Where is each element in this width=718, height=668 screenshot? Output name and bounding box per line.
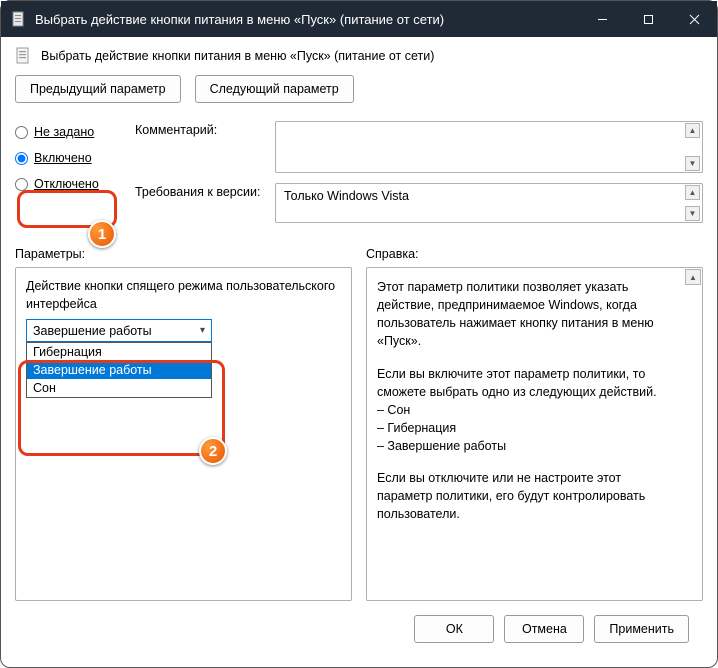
comment-label: Комментарий: [135, 121, 275, 173]
apply-button[interactable]: Применить [594, 615, 689, 643]
annotation-badge-1: 1 [88, 220, 116, 248]
help-panel: ▲ Этот параметр политики позволяет указа… [366, 267, 703, 601]
help-p2: Если вы включите этот параметр политики,… [377, 367, 657, 399]
radio-disabled-input[interactable] [15, 178, 28, 191]
help-l1: – Сон [377, 403, 410, 417]
page-title: Выбрать действие кнопки питания в меню «… [41, 49, 434, 63]
radio-enabled-input[interactable] [15, 152, 28, 165]
ok-button[interactable]: ОК [414, 615, 494, 643]
comment-scroll-down-icon[interactable]: ▼ [685, 156, 700, 171]
cancel-button[interactable]: Отмена [504, 615, 584, 643]
dialog-footer: ОК Отмена Применить [15, 601, 703, 657]
options-panel: Действие кнопки спящего режима пользоват… [15, 267, 352, 601]
minimize-button[interactable] [579, 1, 625, 37]
radio-not-configured[interactable]: Не задано [15, 125, 125, 139]
action-dropdown[interactable]: Завершение работы ▾ [26, 319, 212, 342]
option-description: Действие кнопки спящего режима пользоват… [26, 278, 341, 313]
comment-field[interactable]: ▲ ▼ [275, 121, 703, 173]
close-button[interactable] [671, 1, 717, 37]
titlebar: Выбрать действие кнопки питания в меню «… [1, 1, 717, 37]
window-controls [579, 1, 717, 37]
radio-not-configured-input[interactable] [15, 126, 28, 139]
app-icon [11, 11, 27, 27]
radio-disabled-label: Отключено [34, 177, 99, 191]
page-header: Выбрать действие кнопки питания в меню «… [15, 47, 703, 65]
options-column-label: Параметры: [15, 247, 352, 261]
state-radios: Не задано Включено Отключено [15, 121, 125, 233]
comment-scroll-up-icon[interactable]: ▲ [685, 123, 700, 138]
next-setting-button[interactable]: Следующий параметр [195, 75, 354, 103]
chevron-down-icon: ▾ [200, 325, 205, 336]
help-p3: Если вы отключите или не настроите этот … [377, 469, 674, 523]
prev-setting-button[interactable]: Предыдущий параметр [15, 75, 181, 103]
help-column-label: Справка: [366, 247, 703, 261]
maximize-button[interactable] [625, 1, 671, 37]
requirements-scroll-down-icon[interactable]: ▼ [685, 206, 700, 221]
radio-not-configured-label: Не задано [34, 125, 94, 139]
dropdown-item-sleep[interactable]: Сон [27, 379, 211, 397]
dropdown-item-hibernate[interactable]: Гибернация [27, 343, 211, 361]
help-l3: – Завершение работы [377, 439, 506, 453]
requirements-field: Только Windows Vista ▲ ▼ [275, 183, 703, 223]
radio-enabled-label: Включено [34, 151, 92, 165]
annotation-badge-2: 2 [199, 437, 227, 465]
help-l2: – Гибернация [377, 421, 456, 435]
dropdown-item-shutdown[interactable]: Завершение работы [27, 361, 211, 379]
action-dropdown-list: Гибернация Завершение работы Сон [26, 342, 212, 398]
requirements-label: Требования к версии: [135, 183, 275, 223]
requirements-scroll-up-icon[interactable]: ▲ [685, 185, 700, 200]
action-dropdown-value: Завершение работы [33, 324, 152, 338]
help-p1: Этот параметр политики позволяет указать… [377, 278, 674, 351]
radio-disabled[interactable]: Отключено [15, 177, 125, 191]
requirements-value: Только Windows Vista [284, 189, 409, 203]
window-title: Выбрать действие кнопки питания в меню «… [35, 12, 579, 27]
policy-icon [15, 47, 33, 65]
help-scroll-up-icon[interactable]: ▲ [685, 269, 701, 285]
radio-enabled[interactable]: Включено [15, 151, 125, 165]
